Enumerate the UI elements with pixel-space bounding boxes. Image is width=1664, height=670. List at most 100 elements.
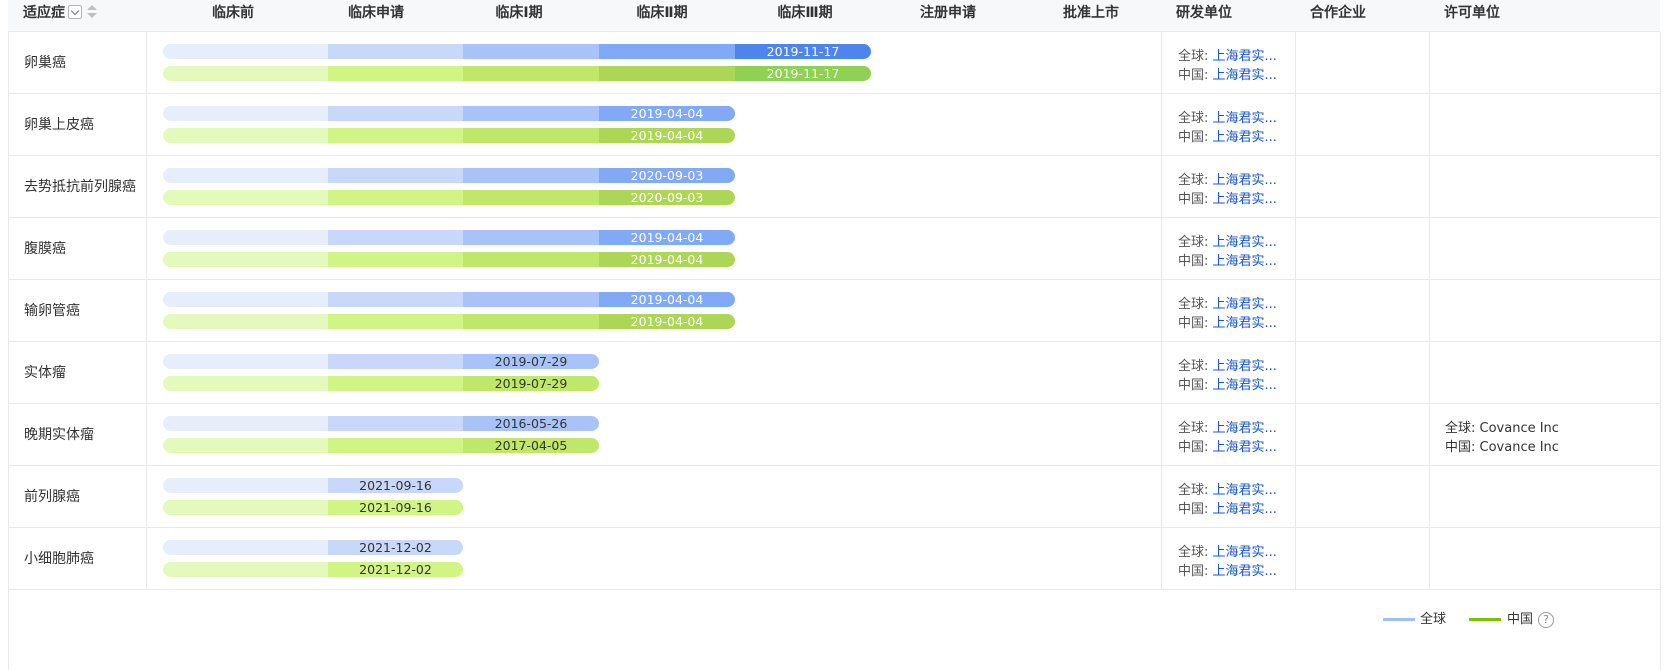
global-phase-segment (163, 478, 328, 493)
region-label: 中国: (1178, 440, 1209, 455)
indication-name: 实体瘤 (24, 365, 66, 381)
china-phase-segment (163, 500, 328, 515)
table-row: 前列腺癌 2021-09-16 2021-09-16 全球: 上海君实... 中国: 上… (8, 466, 1660, 528)
global-progress-bar[interactable]: 2019-11-17 (163, 44, 871, 59)
table-row: 小细胞肺癌 2021-12-02 2021-12-02 全球: 上海君实... 中国: … (8, 528, 1660, 590)
indication-name: 前列腺癌 (24, 489, 80, 505)
indication-name: 卵巢上皮癌 (24, 117, 94, 133)
global-progress-bar[interactable]: 2019-04-04 (163, 106, 735, 121)
legend-china-label: 中国 (1507, 612, 1534, 627)
dev-unit-link[interactable]: 上海君实... (1213, 68, 1277, 83)
license-unit-entry: 中国: Covance Inc (1445, 440, 1559, 455)
china-phase-segment (328, 376, 463, 391)
china-phase-segment (463, 314, 599, 329)
dev-unit-link[interactable]: 上海君实... (1213, 316, 1277, 331)
dev-unit-entry: 中国: 上海君实... (1178, 126, 1277, 145)
china-date-label: 2021-12-02 (359, 562, 432, 577)
china-progress-bar[interactable]: 2021-09-16 (163, 500, 463, 515)
china-progress-bar[interactable]: 2019-04-04 (163, 128, 735, 143)
dev-unit-link[interactable]: 上海君实... (1213, 378, 1277, 393)
china-phase-segment (328, 438, 463, 453)
china-phase-segment (328, 190, 463, 205)
region-label: 中国: (1178, 130, 1209, 145)
global-date-label: 2020-09-03 (630, 168, 704, 183)
global-date-label: 2016-05-26 (494, 416, 568, 431)
dev-unit-entry: 中国: 上海君实... (1178, 498, 1277, 517)
filter-icon[interactable] (68, 5, 82, 19)
pipeline-table: 适应症 临床前 临床申请 临床Ⅰ期 临床Ⅱ期 临床Ⅲ期 注册申请 批准上市 研发… (0, 0, 1664, 670)
dev-unit-link[interactable]: 上海君实... (1213, 545, 1277, 560)
china-date-label: 2019-04-04 (630, 128, 704, 143)
china-phase-segment (328, 128, 463, 143)
legend-china-swatch (1469, 618, 1501, 621)
dev-unit-link[interactable]: 上海君实... (1213, 111, 1277, 126)
dev-unit-link[interactable]: 上海君实... (1213, 49, 1277, 64)
table-row: 晚期实体瘤 2016-05-26 2017-04-05 全球: 上海君实... 中国: … (8, 404, 1660, 466)
global-date-label: 2019-04-04 (630, 106, 704, 121)
china-phase-segment (163, 252, 328, 267)
global-phase-segment (163, 416, 328, 431)
region-label: 中国: (1178, 68, 1209, 83)
dev-unit-entry: 全球: 上海君实... (1178, 107, 1277, 126)
global-date-label: 2021-09-16 (359, 478, 432, 493)
dev-unit-link[interactable]: 上海君实... (1213, 130, 1277, 145)
indication-name: 去势抵抗前列腺癌 (24, 179, 136, 195)
indication-name: 输卵管癌 (24, 303, 80, 319)
dev-unit-entry: 全球: 上海君实... (1178, 169, 1277, 188)
dev-unit-link[interactable]: 上海君实... (1213, 173, 1277, 188)
region-label: 中国: (1178, 254, 1209, 269)
table-row: 腹膜癌 2019-04-04 2019-04-04 全球: 上海君实... 中国: 上海… (8, 218, 1660, 280)
global-progress-bar[interactable]: 2016-05-26 (163, 416, 599, 431)
china-progress-bar[interactable]: 2020-09-03 (163, 190, 735, 205)
dev-unit-entry: 全球: 上海君实... (1178, 479, 1277, 498)
global-date-label: 2021-12-02 (359, 540, 432, 555)
sort-icon[interactable] (87, 5, 97, 19)
header-dev-unit: 研发单位 (1176, 5, 1232, 21)
region-label: 全球: (1178, 545, 1209, 560)
dev-unit-link[interactable]: 上海君实... (1213, 235, 1277, 250)
dev-unit-link[interactable]: 上海君实... (1213, 254, 1277, 269)
indication-name: 腹膜癌 (24, 241, 66, 257)
global-progress-bar[interactable]: 2019-07-29 (163, 354, 599, 369)
table-row: 卵巢癌 2019-11-17 2019-11-17 全球: 上海君实... 中国: 上海… (8, 32, 1660, 94)
dev-unit-link[interactable]: 上海君实... (1213, 564, 1277, 579)
region-label: 全球: (1178, 173, 1209, 188)
table-row: 输卵管癌 2019-04-04 2019-04-04 全球: 上海君实... 中国: 上… (8, 280, 1660, 342)
global-progress-bar[interactable]: 2020-09-03 (163, 168, 735, 183)
dev-unit-link[interactable]: 上海君实... (1213, 483, 1277, 498)
help-icon[interactable]: ? (1538, 612, 1554, 628)
global-phase-segment (463, 292, 599, 307)
china-date-label: 2019-07-29 (494, 376, 568, 391)
china-progress-bar[interactable]: 2019-04-04 (163, 314, 735, 329)
global-progress-bar[interactable]: 2021-12-02 (163, 540, 463, 555)
china-progress-bar[interactable]: 2019-11-17 (163, 66, 871, 81)
dev-unit-link[interactable]: 上海君实... (1213, 440, 1277, 455)
dev-unit-entry: 中国: 上海君实... (1178, 64, 1277, 83)
dev-unit-entry: 全球: 上海君实... (1178, 355, 1277, 374)
region-label: 中国: (1178, 316, 1209, 331)
legend-global-swatch (1383, 618, 1415, 621)
header-phase-preclinical: 临床前 (212, 5, 254, 21)
china-phase-segment (163, 314, 328, 329)
china-phase-segment (463, 128, 599, 143)
dev-unit-link[interactable]: 上海君实... (1213, 192, 1277, 207)
global-progress-bar[interactable]: 2021-09-16 (163, 478, 463, 493)
china-progress-bar[interactable]: 2021-12-02 (163, 562, 463, 577)
indication-name: 小细胞肺癌 (24, 551, 94, 567)
header-phase-2: 临床Ⅱ期 (636, 5, 688, 21)
dev-unit-link[interactable]: 上海君实... (1213, 297, 1277, 312)
china-progress-bar[interactable]: 2019-07-29 (163, 376, 599, 391)
china-phase-segment (463, 66, 599, 81)
china-progress-bar[interactable]: 2019-04-04 (163, 252, 735, 267)
dev-unit-link[interactable]: 上海君实... (1213, 359, 1277, 374)
china-progress-bar[interactable]: 2017-04-05 (163, 438, 599, 453)
global-progress-bar[interactable]: 2019-04-04 (163, 230, 735, 245)
region-label: 全球: (1178, 483, 1209, 498)
dev-unit-entry: 中国: 上海君实... (1178, 250, 1277, 269)
dev-unit-entry: 全球: 上海君实... (1178, 541, 1277, 560)
global-phase-segment (328, 416, 463, 431)
dev-unit-link[interactable]: 上海君实... (1213, 421, 1277, 436)
global-progress-bar[interactable]: 2019-04-04 (163, 292, 735, 307)
dev-unit-link[interactable]: 上海君实... (1213, 502, 1277, 517)
header-phase-ind: 临床申请 (348, 5, 404, 21)
